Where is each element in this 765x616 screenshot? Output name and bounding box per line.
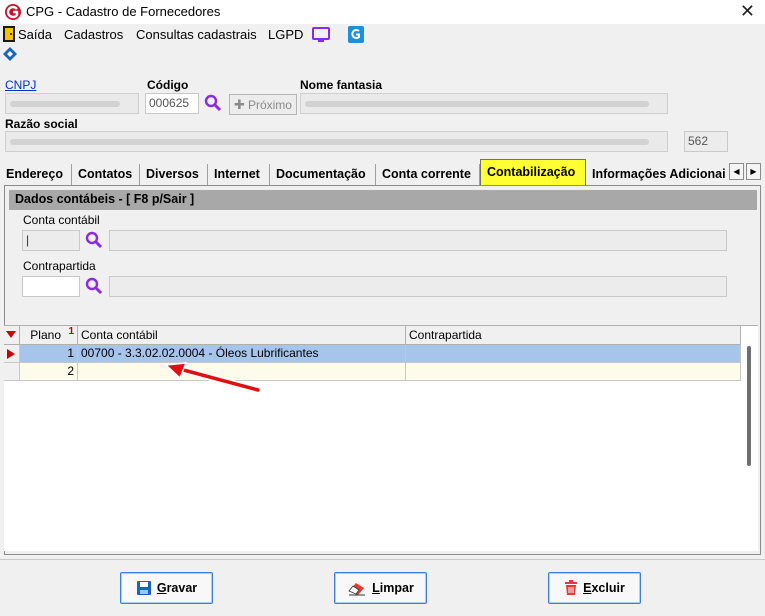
floppy-disk-icon: [136, 581, 151, 595]
app-shortcut-icon[interactable]: [348, 26, 364, 43]
search-icon[interactable]: [204, 94, 222, 112]
trash-icon: [565, 580, 578, 595]
contrapartida-label: Contrapartida: [23, 259, 96, 273]
menu-bar: Saída Cadastros Consultas cadastrais LGP…: [0, 24, 765, 46]
tab-conta-corrente[interactable]: Conta corrente: [376, 164, 480, 185]
menu-item-saida[interactable]: Saída: [18, 27, 52, 42]
grid-cell-contrapartida[interactable]: [406, 345, 741, 363]
grid-cell-plano[interactable]: 2: [20, 363, 78, 381]
conta-contabil-desc-field: [109, 230, 727, 251]
razao-social-label: Razão social: [5, 117, 78, 131]
conta-contabil-search-icon[interactable]: [85, 231, 103, 249]
tab-contabilizacao[interactable]: Contabilização: [480, 159, 586, 185]
sort-down-icon: [6, 331, 16, 338]
title-bar: CPG - Cadastro de Fornecedores ✕: [0, 0, 765, 24]
tab-scroll-right-icon[interactable]: ▶: [746, 163, 761, 180]
tab-endereco[interactable]: Endereço: [0, 164, 72, 185]
grid-header: Plano 1 Conta contábil Contrapartida: [4, 326, 741, 345]
eraser-icon: [348, 583, 366, 596]
tab-scroll-left-icon[interactable]: ◀: [729, 163, 744, 180]
tab-strip: Endereço Contatos Diversos Internet Docu…: [0, 159, 765, 185]
menu-item-consultas[interactable]: Consultas cadastrais: [136, 27, 257, 42]
grid-cell-plano[interactable]: 1: [20, 345, 78, 363]
razao-social-input[interactable]: [5, 131, 668, 152]
grid-indicator-header: [4, 326, 20, 345]
nome-fantasia-input[interactable]: [300, 93, 668, 114]
cnpj-input[interactable]: [5, 93, 139, 114]
grid-header-plano[interactable]: Plano 1: [20, 326, 78, 345]
grid-cell-contrapartida[interactable]: [406, 363, 741, 381]
proximo-label: Próximo: [247, 97, 292, 112]
sort-order-marker: 1: [68, 326, 74, 337]
grid-header-contrapartida[interactable]: Contrapartida: [406, 326, 741, 345]
tab-contatos[interactable]: Contatos: [72, 164, 140, 185]
app-logo-icon: [5, 4, 21, 20]
contrapartida-desc-field: [109, 276, 727, 297]
close-icon[interactable]: ✕: [740, 1, 755, 22]
gravar-button[interactable]: Gravar: [120, 572, 213, 604]
menu-item-cadastros[interactable]: Cadastros: [64, 27, 123, 42]
contrapartida-search-icon[interactable]: [85, 277, 103, 295]
limpar-button[interactable]: Limpar: [334, 572, 427, 604]
annotation-arrow-icon: [164, 362, 262, 394]
diamond-arrows-icon[interactable]: [2, 46, 18, 62]
row-indicator: [4, 363, 20, 381]
codigo-input[interactable]: 000625: [145, 93, 199, 114]
razao-extra-field[interactable]: 562: [684, 131, 728, 152]
grid-header-conta-contabil[interactable]: Conta contábil: [78, 326, 406, 345]
table-row[interactable]: 2: [4, 363, 741, 381]
plus-icon: ✚: [234, 96, 245, 112]
tab-documentacao[interactable]: Documentação: [270, 164, 376, 185]
proximo-button[interactable]: ✚ Próximo: [229, 94, 297, 115]
monitor-icon[interactable]: [312, 27, 330, 43]
tab-diversos[interactable]: Diversos: [140, 164, 208, 185]
conta-contabil-label: Conta contábil: [23, 213, 100, 227]
excluir-button[interactable]: Excluir: [548, 572, 641, 604]
contas-grid[interactable]: Plano 1 Conta contábil Contrapartida 1 0…: [4, 325, 758, 551]
cnpj-label[interactable]: CNPJ: [5, 78, 36, 92]
current-row-icon: [4, 345, 20, 363]
contrapartida-code-input[interactable]: [22, 276, 80, 297]
tab-internet[interactable]: Internet: [208, 164, 270, 185]
tab-informacoes-adicionais[interactable]: Informações Adicionai: [586, 164, 728, 185]
exit-door-icon: [3, 26, 15, 42]
conta-contabil-code-input[interactable]: |: [22, 230, 80, 251]
nome-fantasia-label: Nome fantasia: [300, 78, 383, 92]
menu-item-lgpd[interactable]: LGPD: [268, 27, 303, 42]
window-title: CPG - Cadastro de Fornecedores: [26, 4, 221, 19]
table-row[interactable]: 1 00700 - 3.3.02.02.0004 - Óleos Lubrifi…: [4, 345, 741, 363]
panel-header: Dados contábeis - [ F8 p/Sair ]: [9, 190, 757, 210]
codigo-label: Código: [147, 78, 189, 92]
grid-scrollbar[interactable]: [747, 346, 751, 466]
